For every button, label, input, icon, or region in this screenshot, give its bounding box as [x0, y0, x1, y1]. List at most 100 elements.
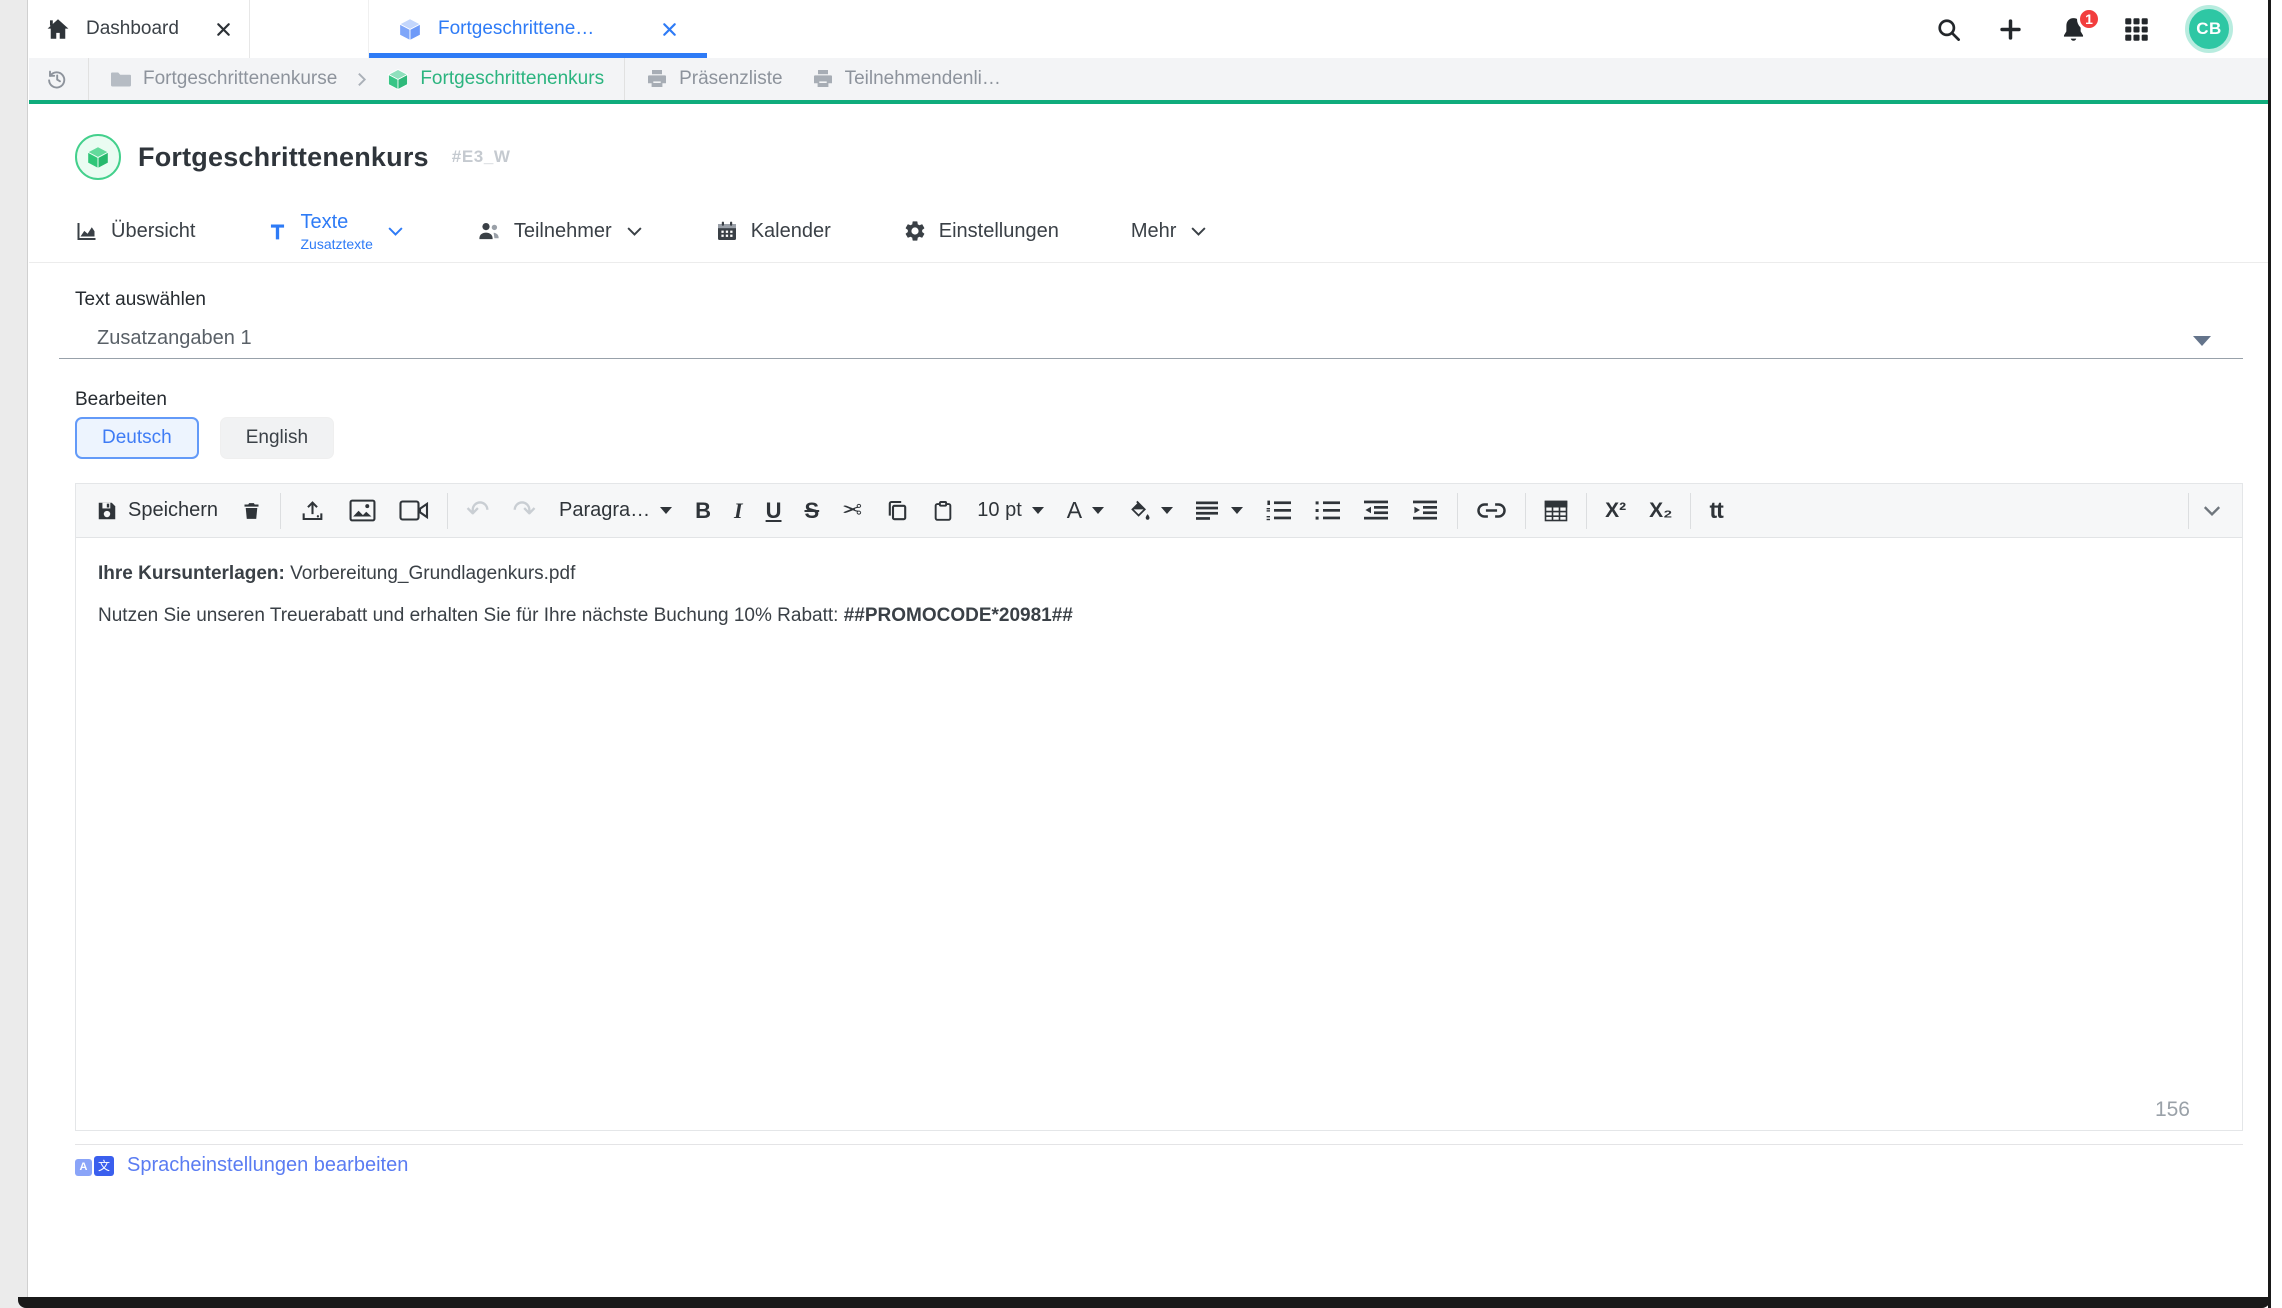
undo-button[interactable]: ↶: [466, 496, 489, 525]
language-settings-label: Spracheinstellungen bearbeiten: [127, 1154, 409, 1176]
tab-label: Dashboard: [86, 18, 179, 39]
upload-button[interactable]: [299, 498, 326, 523]
notifications-button[interactable]: 1: [2059, 6, 2101, 44]
underline-button[interactable]: U: [766, 498, 782, 524]
tab-course-active[interactable]: Fortgeschrittene…: [368, 0, 707, 58]
font-size-dropdown[interactable]: 10 pt: [977, 499, 1044, 522]
divider: [280, 492, 282, 529]
scissors-icon: ✂: [842, 497, 863, 524]
cube-icon: [386, 67, 410, 91]
highlight-color-dropdown[interactable]: [1127, 500, 1174, 522]
breadcrumb-item-current[interactable]: Fortgeschrittenenkurs: [386, 67, 604, 91]
copy-button[interactable]: [885, 499, 909, 523]
editor-bold-text: Ihre Kursunterlagen:: [98, 563, 285, 584]
tab-teilnehmer[interactable]: Teilnehmer: [476, 219, 643, 243]
tab-dashboard[interactable]: Dashboard: [29, 0, 250, 58]
close-icon[interactable]: [214, 20, 233, 39]
tab-uebersicht[interactable]: Übersicht: [75, 219, 195, 243]
gear-icon: [903, 219, 927, 243]
redo-icon: ↷: [512, 494, 536, 526]
align-dropdown[interactable]: [1196, 501, 1244, 521]
breadcrumb-item-participants-list[interactable]: Teilnehmendenli…: [811, 67, 1001, 91]
insert-image-button[interactable]: [349, 499, 376, 522]
tab-mehr[interactable]: Mehr: [1131, 220, 1208, 243]
ordered-list-button[interactable]: [1266, 500, 1292, 522]
insert-video-button[interactable]: [399, 499, 429, 522]
close-icon[interactable]: [660, 20, 679, 39]
chart-icon: [75, 219, 99, 243]
strikethrough-icon: S: [804, 497, 820, 523]
caret-down-icon: [660, 507, 673, 514]
editor-toolbar: Speichern ↶ ↷ Paragra… B I U S ✂ 10 pt A…: [76, 484, 2242, 538]
copy-icon: [885, 499, 909, 523]
editor-content[interactable]: Ihre Kursunterlagen: Vorbereitung_Grundl…: [76, 538, 2242, 1131]
history-icon[interactable]: [29, 67, 88, 91]
tab-label: Übersicht: [111, 219, 196, 242]
bold-button[interactable]: B: [695, 498, 711, 524]
chevron-right-icon: [353, 71, 370, 88]
superscript-button[interactable]: X²: [1605, 499, 1626, 523]
paste-button[interactable]: [932, 499, 954, 523]
tab-label: Teilnehmer: [513, 219, 612, 242]
outdent-button[interactable]: [1364, 500, 1390, 522]
indent-button[interactable]: [1413, 500, 1439, 522]
search-icon[interactable]: [1935, 16, 1962, 43]
plus-icon[interactable]: [1997, 16, 2024, 43]
breadcrumb-item-print-list[interactable]: Präsenzliste: [645, 67, 783, 91]
divider: [2188, 492, 2189, 529]
folder-icon: [109, 67, 133, 91]
chevron-down-icon: [626, 226, 643, 237]
save-button[interactable]: Speichern: [96, 499, 218, 522]
cut-button[interactable]: ✂: [842, 496, 862, 525]
text-select-dropdown[interactable]: Zusatzangaben 1: [59, 319, 2243, 359]
table-button[interactable]: [1544, 500, 1568, 522]
breadcrumb-item-folder[interactable]: Fortgeschrittenenkurse: [109, 67, 337, 91]
tab-kalender[interactable]: Kalender: [715, 219, 831, 243]
text-transform-button[interactable]: tt: [1709, 497, 1723, 524]
editor-bold-text: ##PROMOCODE*20981##: [843, 605, 1073, 626]
paragraph-label: Paragra…: [559, 499, 651, 521]
divider: [1457, 492, 1459, 529]
main-content: Fortgeschrittenenkurs #E3_W Übersicht Te…: [29, 134, 2268, 1177]
accent-line: [29, 100, 2268, 104]
page-header: Fortgeschrittenenkurs #E3_W: [75, 134, 2243, 180]
upload-icon: [299, 498, 326, 523]
participants-icon: [476, 219, 502, 243]
tab-label: Texte: [300, 210, 349, 233]
font-color-dropdown[interactable]: A: [1067, 497, 1105, 524]
avatar[interactable]: CB: [2185, 5, 2233, 53]
subscript-button[interactable]: X₂: [1649, 499, 1672, 523]
language-settings-link[interactable]: A 文 Spracheinstellungen bearbeiten: [75, 1154, 408, 1177]
paint-bucket-icon: [1127, 500, 1151, 522]
video-icon: [399, 499, 429, 522]
unordered-list-button[interactable]: [1315, 500, 1341, 522]
home-icon: [45, 16, 71, 42]
translate-icon: A 文: [75, 1155, 114, 1176]
font-size-label: 10 pt: [977, 499, 1022, 521]
caret-down-icon: [1092, 507, 1105, 514]
superscript-icon: X²: [1605, 498, 1627, 522]
language-button-english[interactable]: English: [219, 417, 335, 459]
delete-button[interactable]: [241, 499, 262, 523]
divider: [1586, 492, 1588, 529]
toolbar-more-button[interactable]: [2202, 505, 2222, 517]
redo-button[interactable]: ↷: [512, 494, 536, 526]
language-switch: Deutsch English: [75, 417, 2243, 459]
chevron-down-icon: [2202, 505, 2222, 517]
tab-einstellungen[interactable]: Einstellungen: [903, 219, 1059, 243]
strikethrough-button[interactable]: S: [805, 498, 820, 524]
caret-down-icon: [1231, 507, 1244, 514]
language-button-deutsch[interactable]: Deutsch: [75, 417, 199, 459]
editor-paragraph: Ihre Kursunterlagen: Vorbereitung_Grundl…: [98, 563, 576, 584]
editor-paragraph: Nutzen Sie unseren Treuerabatt und erhal…: [98, 605, 1073, 626]
apps-grid-icon[interactable]: [2123, 16, 2150, 43]
tab-label: Mehr: [1130, 219, 1177, 242]
italic-button[interactable]: I: [734, 498, 743, 524]
link-button[interactable]: [1476, 502, 1507, 519]
caret-down-icon: [1161, 507, 1174, 514]
paragraph-format-dropdown[interactable]: Paragra…: [559, 499, 673, 522]
notification-badge: 1: [2077, 6, 2101, 31]
course-nav-tabs: Übersicht Texte Zusatztexte Teilnehmer K…: [75, 204, 2243, 258]
tab-texte[interactable]: Texte Zusatztexte: [267, 212, 403, 251]
breadcrumb: Fortgeschrittenenkurse Fortgeschrittenen…: [29, 58, 2268, 100]
